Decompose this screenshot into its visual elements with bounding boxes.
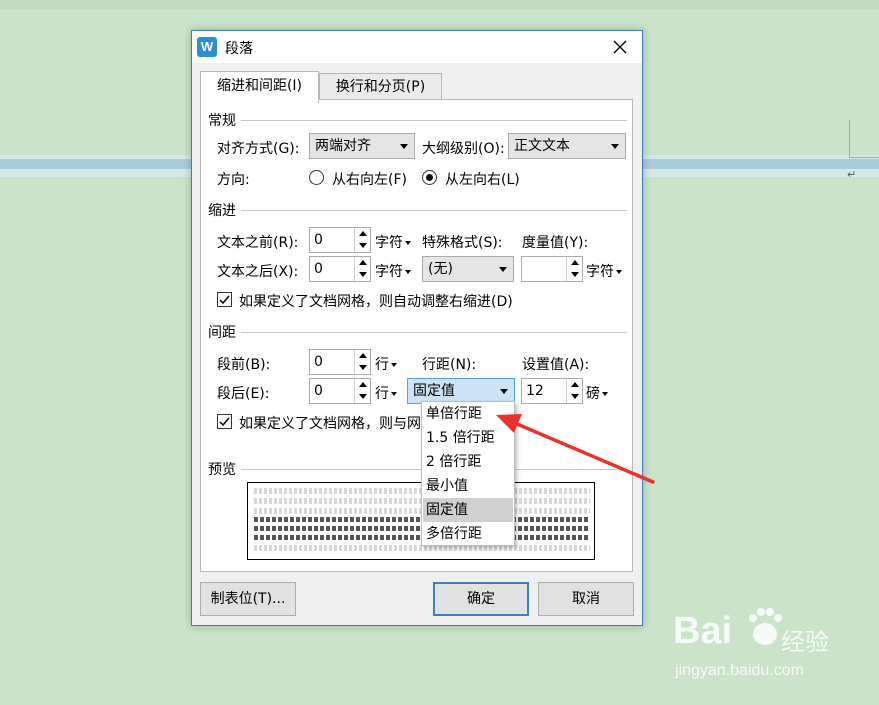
annotation-arrow-icon xyxy=(496,414,655,484)
